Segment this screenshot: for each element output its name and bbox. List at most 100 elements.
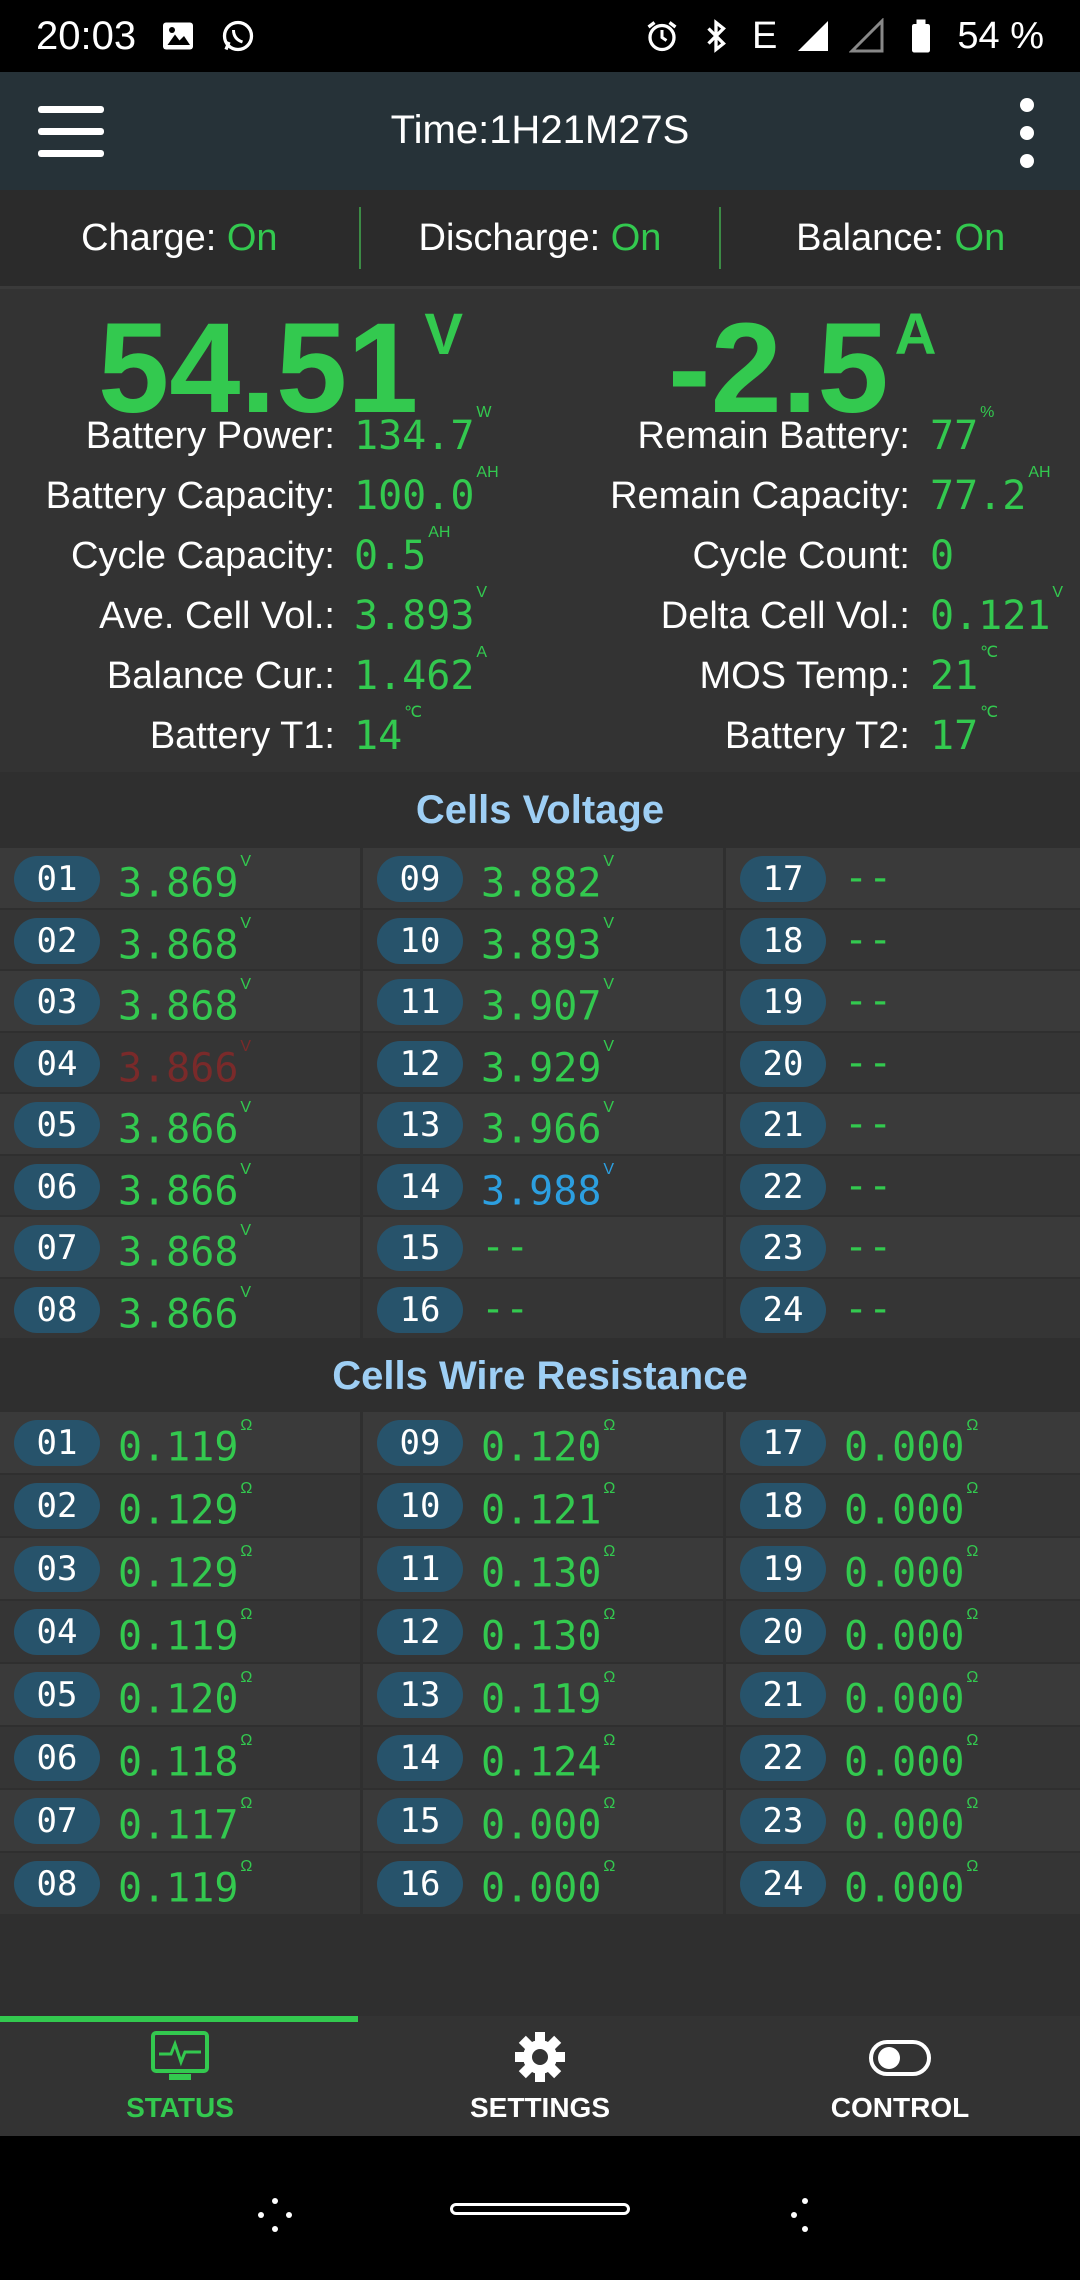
info-label: Battery Power: <box>85 415 335 457</box>
cell-number-badge: 24 <box>740 1861 826 1907</box>
cell-item: 18 -- <box>726 909 1080 969</box>
cell-value: 0.000 Ω <box>844 1858 979 1912</box>
cell-number-badge: 15 <box>377 1225 463 1271</box>
cell-number-badge: 03 <box>14 1546 100 1592</box>
cell-value: 3.988 V <box>481 1160 615 1214</box>
cell-item: 10 0.121 Ω <box>363 1475 723 1536</box>
tab-settings[interactable]: SETTINGS <box>360 2016 720 2136</box>
back-icon[interactable] <box>776 2190 826 2240</box>
cell-value: 3.869 V <box>118 853 252 907</box>
info-label: Battery Capacity: <box>45 475 335 517</box>
cell-number-badge: 13 <box>377 1672 463 1718</box>
cell-number-badge: 09 <box>377 1420 463 1466</box>
cell-value: 0.119 Ω <box>481 1669 616 1723</box>
cell-item: 02 0.129 Ω <box>0 1475 360 1536</box>
network-type: E <box>752 14 778 57</box>
cell-value: -- <box>844 1162 893 1209</box>
cells-resistance-grid: 01 0.119 Ω 02 0.129 Ω 03 0.129 Ω 04 0.119 Ω 05 0.120 Ω… <box>0 1412 1080 1916</box>
cell-value: 0.000 Ω <box>844 1732 979 1786</box>
tab-status[interactable]: STATUS <box>0 2016 360 2136</box>
cell-value: 0.000 Ω <box>481 1795 616 1849</box>
status-time: 20:03 <box>36 13 137 58</box>
cell-item: 16 0.000 Ω <box>363 1853 723 1914</box>
cells-resistance-title: Cells Wire Resistance <box>0 1338 1080 1414</box>
info-value: 0.5AH <box>354 523 451 579</box>
cell-item: 07 0.117 Ω <box>0 1790 360 1851</box>
cell-value: 0.000 Ω <box>481 1858 616 1912</box>
cell-number-badge: 19 <box>740 979 826 1025</box>
info-label: Balance Cur.: <box>106 655 335 697</box>
tab-control[interactable]: CONTROL <box>720 2016 1080 2136</box>
cell-number-badge: 10 <box>377 917 463 964</box>
cell-value: 0.120 Ω <box>481 1417 616 1471</box>
info-label: Battery T1: <box>149 715 335 757</box>
cell-value: 3.868 V <box>118 976 252 1030</box>
cell-number-badge: 10 <box>377 1483 463 1529</box>
cell-number-badge: 08 <box>14 1861 100 1907</box>
cell-value: 3.966 V <box>481 1099 615 1153</box>
cell-item: 02 3.868 V <box>0 909 360 969</box>
cell-item: 17 0.000 Ω <box>726 1412 1080 1473</box>
cell-value: 3.929 V <box>481 1037 615 1091</box>
cell-value: 3.868 V <box>118 1222 252 1276</box>
cell-item: 20 -- <box>726 1032 1080 1092</box>
cell-number-badge: 21 <box>740 1672 826 1718</box>
cell-number-badge: 03 <box>14 979 100 1025</box>
battery-icon <box>912 19 931 53</box>
cell-number-badge: 16 <box>377 1286 463 1333</box>
cell-item: 12 0.130 Ω <box>363 1601 723 1662</box>
cell-value: 3.907 V <box>481 976 615 1030</box>
cell-item: 04 3.866 V <box>0 1032 360 1092</box>
cell-value: 0.000 Ω <box>844 1795 979 1849</box>
signal-empty-icon <box>849 18 884 53</box>
cell-value: -- <box>844 1101 893 1147</box>
cell-item: 15 -- <box>363 1217 723 1277</box>
cell-number-badge: 18 <box>740 1483 826 1529</box>
cell-value: 0.119 Ω <box>118 1858 253 1912</box>
cell-value: -- <box>844 855 893 901</box>
cell-value: 3.866 V <box>118 1160 252 1214</box>
cell-value: 3.866 V <box>118 1283 252 1337</box>
monitor-pulse-icon <box>151 2031 209 2080</box>
cell-value: 0.000 Ω <box>844 1669 979 1723</box>
cell-number-badge: 04 <box>14 1609 100 1655</box>
cell-item: 06 3.866 V <box>0 1155 360 1215</box>
info-value: 77% <box>930 403 995 459</box>
balance-status: Balance: On <box>796 216 1006 259</box>
cell-item: 19 -- <box>726 971 1080 1031</box>
cell-value: 0.129 Ω <box>118 1543 253 1597</box>
cell-number-badge: 18 <box>740 917 826 964</box>
info-label: Delta Cell Vol.: <box>660 595 910 637</box>
cell-item: 21 0.000 Ω <box>726 1664 1080 1725</box>
cell-value: -- <box>481 1224 530 1270</box>
cells-voltage-title: Cells Voltage <box>0 772 1080 848</box>
more-options-icon[interactable] <box>1012 98 1042 168</box>
recents-icon[interactable] <box>250 2190 300 2240</box>
cell-item: 21 -- <box>726 1094 1080 1154</box>
cell-value: 0.130 Ω <box>481 1606 616 1660</box>
cell-number-badge: 05 <box>14 1102 100 1148</box>
cell-value: 0.124 Ω <box>481 1732 616 1786</box>
cell-item: 06 0.118 Ω <box>0 1727 360 1788</box>
cell-item: 04 0.119 Ω <box>0 1601 360 1662</box>
home-button[interactable] <box>450 2203 630 2215</box>
info-label: Remain Capacity: <box>610 475 910 517</box>
cell-number-badge: 07 <box>14 1225 100 1271</box>
cell-value: 3.868 V <box>118 914 252 968</box>
cell-item: 10 3.893 V <box>363 909 723 969</box>
cell-item: 20 0.000 Ω <box>726 1601 1080 1662</box>
cell-item: 18 0.000 Ω <box>726 1475 1080 1536</box>
info-label: Remain Battery: <box>637 415 910 457</box>
cell-item: 14 3.988 V <box>363 1155 723 1215</box>
cell-number-badge: 12 <box>377 1040 463 1087</box>
cell-value: 0.000 Ω <box>844 1606 979 1660</box>
info-value: 1.462A <box>354 643 488 699</box>
cell-value: 0.129 Ω <box>118 1480 253 1534</box>
cell-item: 05 3.866 V <box>0 1094 360 1154</box>
cell-number-badge: 21 <box>740 1102 826 1148</box>
cell-item: 22 -- <box>726 1155 1080 1215</box>
cell-item: 12 3.929 V <box>363 1032 723 1092</box>
cell-value: 0.119 Ω <box>118 1606 253 1660</box>
cell-number-badge: 15 <box>377 1798 463 1844</box>
cell-value: 0.121 Ω <box>481 1480 616 1534</box>
